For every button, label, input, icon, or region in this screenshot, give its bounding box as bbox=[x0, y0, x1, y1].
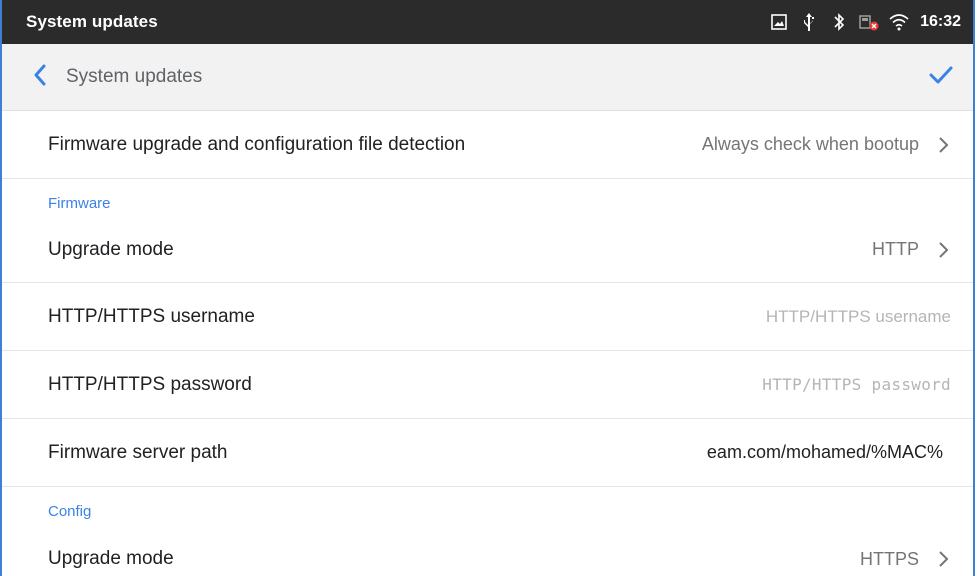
fw-server-path-row[interactable]: Firmware server path eam.com/mohamed/%MA… bbox=[2, 419, 973, 487]
confirm-button[interactable] bbox=[921, 57, 961, 97]
cfg-upgrade-mode-label: Upgrade mode bbox=[48, 548, 174, 569]
chevron-right-icon bbox=[937, 135, 951, 155]
http-password-label: HTTP/HTTPS password bbox=[48, 373, 252, 395]
ethernet-disconnected-icon bbox=[854, 7, 884, 37]
http-password-input[interactable]: HTTP/HTTPS password bbox=[762, 375, 951, 394]
fw-server-path-input[interactable]: eam.com/mohamed/%MAC% bbox=[707, 442, 943, 463]
cfg-upgrade-mode-value-text: HTTPS bbox=[859, 548, 919, 569]
checkmark-icon bbox=[929, 65, 953, 90]
status-bar-title: System updates bbox=[26, 12, 158, 31]
fw-upgrade-mode-row[interactable]: Upgrade mode HTTP bbox=[2, 217, 973, 283]
fw-upgrade-mode-value: HTTP bbox=[872, 239, 951, 260]
http-password-row[interactable]: HTTP/HTTPS password HTTP/HTTPS password bbox=[2, 351, 973, 419]
cfg-upgrade-mode-value: HTTPS bbox=[860, 549, 951, 570]
detection-row[interactable]: Firmware upgrade and configuration file … bbox=[2, 111, 973, 179]
status-bar: System updates 16:32 bbox=[2, 0, 973, 44]
action-bar: System updates bbox=[2, 44, 973, 111]
screenshot-icon bbox=[764, 7, 794, 37]
fw-upgrade-mode-value-text: HTTP bbox=[872, 239, 919, 259]
back-button[interactable] bbox=[22, 59, 58, 95]
status-icons: 16:32 bbox=[764, 7, 961, 37]
usb-icon bbox=[794, 7, 824, 37]
fw-server-path-label: Firmware server path bbox=[48, 441, 228, 463]
detection-value: Always check when bootup bbox=[702, 134, 951, 155]
config-section-header: Config bbox=[48, 503, 92, 520]
page-title: System updates bbox=[66, 66, 203, 87]
chevron-left-icon bbox=[32, 64, 48, 91]
fw-upgrade-mode-label: Upgrade mode bbox=[48, 238, 174, 260]
http-username-label: HTTP/HTTPS username bbox=[48, 305, 255, 327]
http-username-row[interactable]: HTTP/HTTPS username HTTP/HTTPS username bbox=[2, 283, 973, 351]
cfg-upgrade-mode-row[interactable]: Upgrade mode HTTPS bbox=[2, 525, 973, 576]
http-username-input[interactable]: HTTP/HTTPS username bbox=[766, 307, 951, 327]
chevron-right-icon bbox=[937, 549, 951, 569]
screen-frame: System updates 16:32 System updates Firm… bbox=[0, 0, 975, 576]
detection-label: Firmware upgrade and configuration file … bbox=[48, 133, 466, 155]
status-time: 16:32 bbox=[920, 13, 961, 30]
wifi-icon bbox=[884, 7, 914, 37]
chevron-right-icon bbox=[937, 240, 951, 260]
firmware-section-header: Firmware bbox=[48, 195, 111, 212]
detection-value-text: Always check when bootup bbox=[701, 134, 919, 154]
settings-list: Firmware upgrade and configuration file … bbox=[2, 111, 973, 576]
bluetooth-icon bbox=[824, 7, 854, 37]
